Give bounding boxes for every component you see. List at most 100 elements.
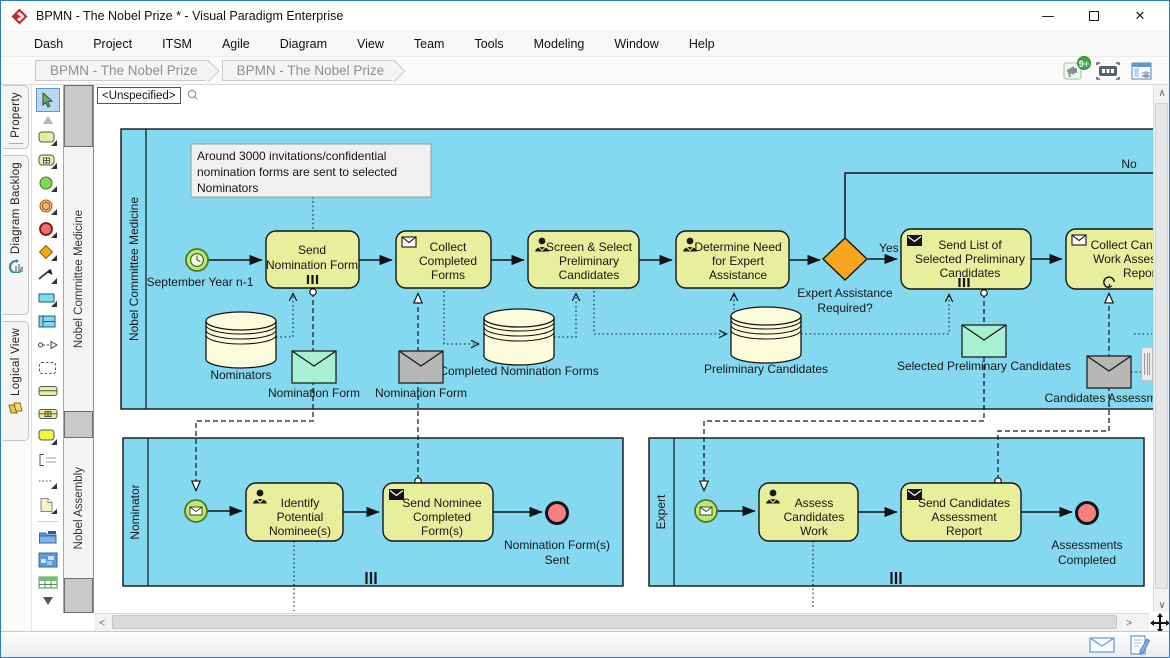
tab-logical-view[interactable]: Logical View [3, 321, 29, 441]
intermediate-event-tool[interactable] [35, 197, 61, 217]
menu-project[interactable]: Project [78, 33, 147, 55]
panel-splitter-grip[interactable] [1141, 347, 1153, 381]
lane-tool[interactable] [35, 312, 61, 332]
bpmn-diagram[interactable]: Nobel Committee Medicine Nominator Exper… [94, 105, 1153, 613]
task-send-nomination-form[interactable]: Send Nomination Form [266, 231, 359, 288]
document-icon [38, 497, 58, 515]
diagram-overview-tool[interactable] [35, 550, 61, 570]
magnifier-icon[interactable] [186, 88, 200, 102]
document-tool[interactable] [35, 496, 61, 516]
svg-text:Work Assessment: Work Assessment [1093, 252, 1153, 266]
svg-text:Candidates: Candidates [559, 268, 620, 282]
horizontal-pool-tool[interactable] [35, 381, 61, 401]
scroll-left-button[interactable]: < [94, 614, 110, 632]
start-event-label: September Year n-1 [147, 275, 254, 289]
task-assess-candidates-work[interactable]: Assess Candidates Work [759, 483, 858, 541]
notifications-button[interactable]: 9+ [1061, 60, 1087, 82]
svg-text:Completed Nomination Forms: Completed Nomination Forms [439, 364, 598, 378]
task-collect-candidates-assessment[interactable]: Collect Candidates Work Assessment Repor… [1066, 229, 1153, 289]
horizontal-lane-icon [38, 408, 58, 420]
cursor-icon [40, 92, 56, 108]
link-tool[interactable] [35, 473, 61, 493]
data-store-nominators[interactable]: Nominators [206, 312, 276, 382]
frozen-header-assembly[interactable]: Nobel Assembly [64, 438, 93, 578]
zoom-selector[interactable]: <Unspecified> [97, 87, 181, 104]
start-message-event-nominator[interactable] [185, 500, 207, 522]
messages-icon[interactable] [1089, 636, 1115, 654]
task-send-nominee-completed-forms[interactable]: Send Nominee Completed Form(s) [383, 483, 493, 541]
vertical-scrollbar[interactable]: ∧ ∨ [1153, 85, 1169, 613]
pool-icon [38, 290, 58, 308]
select-tool[interactable] [36, 88, 60, 112]
svg-text:Expert Assistance: Expert Assistance [797, 286, 893, 300]
frozen-header-committee[interactable]: Nobel Committee Medicine [64, 147, 93, 411]
start-event-tool[interactable] [35, 174, 61, 194]
svg-text:Nominators: Nominators [210, 368, 271, 382]
svg-text:Send: Send [298, 243, 326, 257]
sequence-flow-tool[interactable] [35, 266, 61, 286]
scroll-right-button[interactable]: > [1121, 614, 1137, 632]
diagram-canvas[interactable]: <Unspecified> Nobel Committee Medicine [94, 85, 1169, 631]
svg-text:Send Candidates: Send Candidates [918, 496, 1010, 510]
menu-dash[interactable]: Dash [19, 33, 78, 55]
diagram-palette [31, 85, 63, 631]
grid-table-icon [38, 576, 58, 590]
end-event-tool[interactable] [35, 220, 61, 240]
svg-text:Assistance: Assistance [709, 268, 767, 282]
task-send-candidates-assessment-report[interactable]: Send Candidates Assessment Report [901, 483, 1021, 541]
frozen-pool-headers: Nobel Committee Medicine Nobel Assembly [63, 85, 94, 613]
menu-tools[interactable]: Tools [459, 33, 518, 55]
panes-layout-button[interactable] [1129, 60, 1155, 82]
pool-tool[interactable] [35, 289, 61, 309]
horizontal-scrollbar[interactable]: < > [94, 613, 1153, 631]
close-button[interactable]: ✕ [1117, 1, 1163, 31]
maximize-button[interactable] [1071, 1, 1117, 31]
breadcrumb-tab-project[interactable]: BPMN - The Nobel Prize [35, 60, 208, 81]
group-tool[interactable] [35, 358, 61, 378]
menu-itsm[interactable]: ITSM [147, 33, 207, 55]
frozen-block-top [64, 85, 93, 147]
scroll-down-button[interactable]: ∨ [1154, 597, 1170, 613]
task-collect-completed-forms[interactable]: Collect Completed Forms [396, 231, 491, 288]
scroll-up-button[interactable]: ∧ [1154, 85, 1170, 101]
model-folder-tool[interactable] [35, 527, 61, 547]
minimize-button[interactable] [1025, 1, 1071, 31]
menu-diagram[interactable]: Diagram [265, 33, 342, 55]
menu-view[interactable]: View [342, 33, 399, 55]
fit-to-window-button[interactable] [1095, 60, 1121, 82]
menu-help[interactable]: Help [674, 33, 730, 55]
menu-window[interactable]: Window [599, 33, 673, 55]
start-message-event-expert[interactable] [695, 500, 717, 522]
grid-tool[interactable] [35, 573, 61, 593]
task-screen-select-preliminary[interactable]: Screen & Select Preliminary Candidates [528, 231, 639, 288]
tab-property[interactable]: Property [3, 85, 29, 149]
vertical-scroll-thumb[interactable] [1155, 103, 1168, 589]
svg-text:Collect: Collect [430, 240, 467, 254]
sub-process-tool[interactable] [35, 151, 61, 171]
association-tool[interactable] [35, 335, 61, 355]
edit-log-icon[interactable] [1129, 635, 1151, 655]
task-send-list-selected[interactable]: Send List of Selected Preliminary Candid… [901, 229, 1031, 289]
breadcrumb-tab-diagram[interactable]: BPMN - The Nobel Prize [222, 60, 395, 81]
svg-text:Collect Candidates: Collect Candidates [1091, 238, 1153, 252]
task-tool[interactable] [35, 128, 61, 148]
gateway-tool[interactable] [35, 243, 61, 263]
receive-message-icon [1072, 235, 1086, 245]
text-annotation-tool[interactable] [35, 450, 61, 470]
task-identify-potential-nominees[interactable]: Identify Potential Nominee(s) [246, 483, 343, 541]
horizontal-scroll-thumb[interactable] [112, 615, 1117, 629]
tab-diagram-backlog[interactable]: Diagram Backlog [3, 155, 29, 315]
palette-scroll-up[interactable] [35, 115, 61, 125]
menu-team[interactable]: Team [399, 33, 460, 55]
svg-text:Identify: Identify [281, 496, 320, 510]
end-event-icon [38, 221, 58, 239]
palette-scroll-down[interactable] [35, 596, 61, 606]
task-determine-need-expert[interactable]: Determine Need for Expert Assistance [676, 231, 789, 288]
svg-text:Nomination Form(s): Nomination Form(s) [504, 538, 610, 552]
callout-tool[interactable] [35, 427, 61, 447]
scroll-down-icon [43, 597, 53, 605]
horizontal-lane-tool[interactable] [35, 404, 61, 424]
menu-agile[interactable]: Agile [207, 33, 265, 55]
menu-modeling[interactable]: Modeling [519, 33, 600, 55]
annotation-note[interactable]: Around 3000 invitations/confidential nom… [191, 144, 431, 197]
